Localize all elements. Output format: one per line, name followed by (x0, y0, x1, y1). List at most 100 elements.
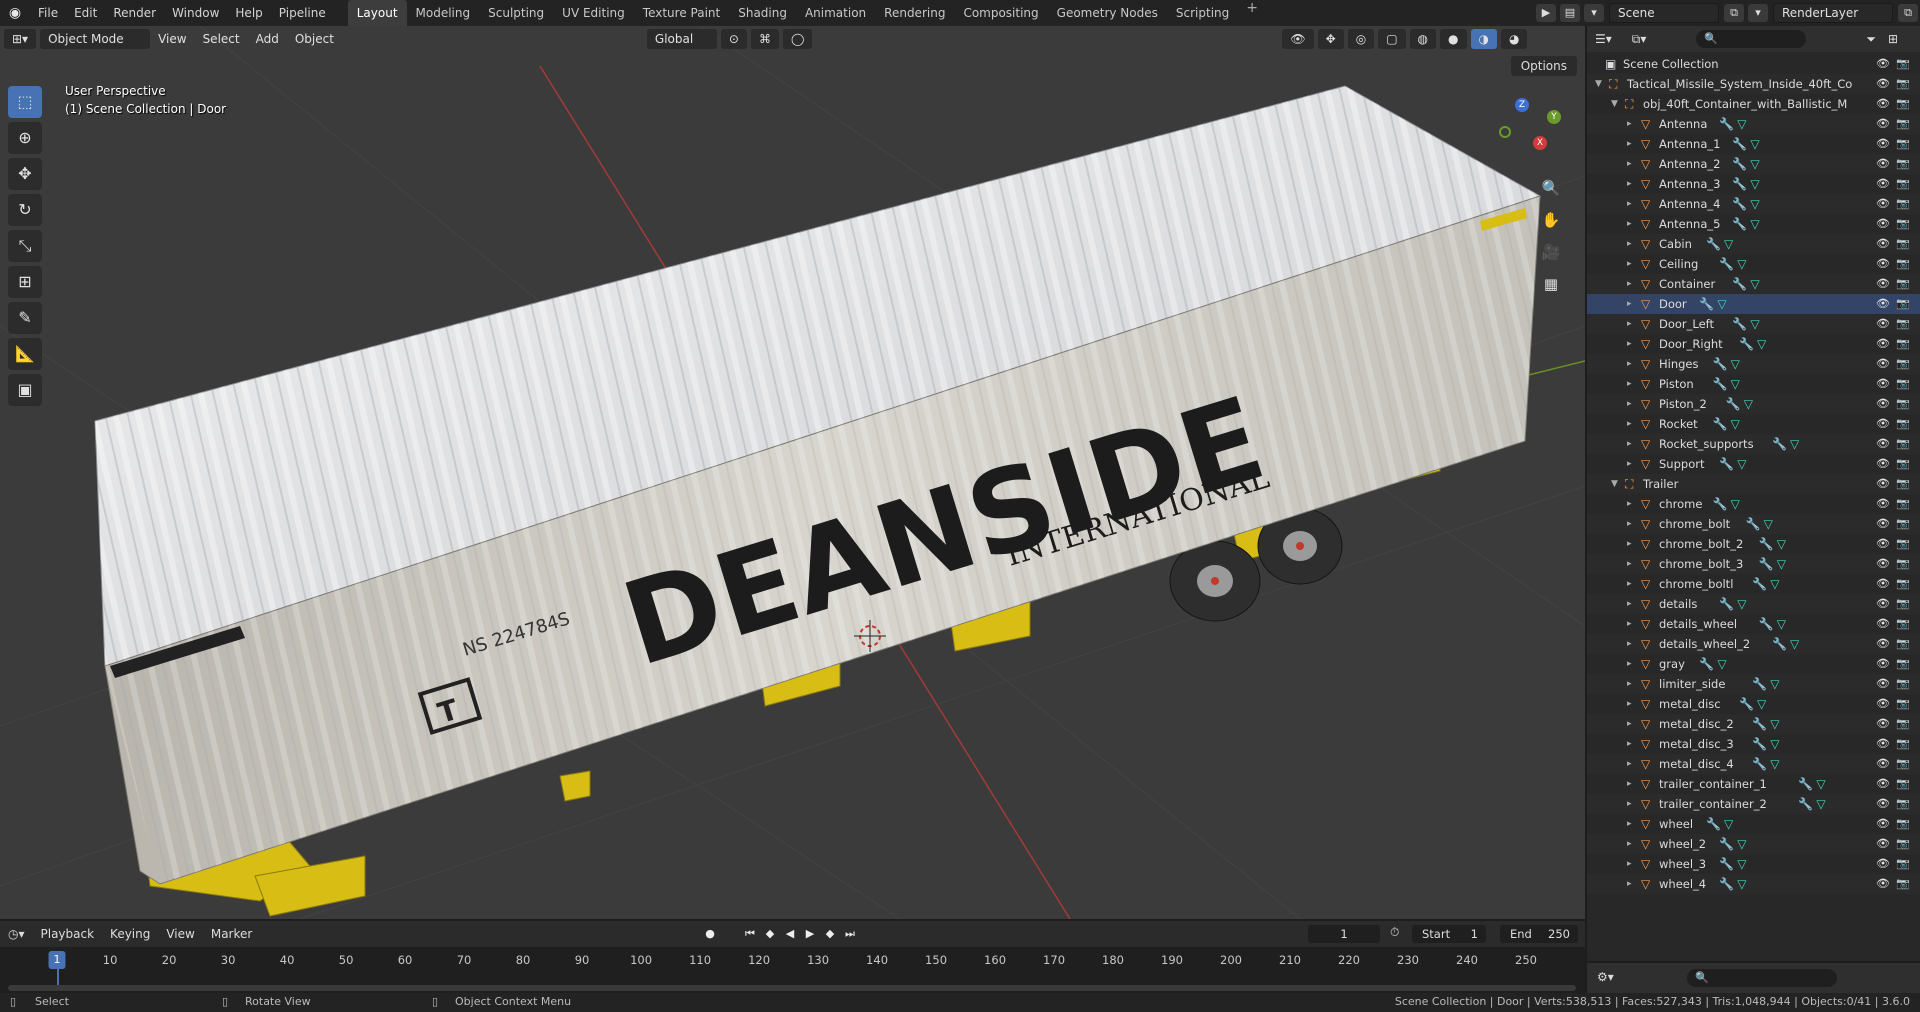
expand-right-icon[interactable]: ▸ (1627, 234, 1637, 254)
tab-animation[interactable]: Animation (796, 0, 875, 26)
tab-geometry-nodes[interactable]: Geometry Nodes (1048, 0, 1167, 26)
mesh-data-icon[interactable]: ▽ (1777, 554, 1786, 574)
measure-tool-icon[interactable]: 📐 (8, 338, 42, 370)
render-camera-icon[interactable]: 📷 (1896, 274, 1910, 294)
properties-search-input[interactable]: 🔍 (1687, 969, 1837, 987)
render-camera-icon[interactable]: 📷 (1896, 494, 1910, 514)
gizmo-z-icon[interactable]: Z (1515, 98, 1529, 112)
mesh-data-icon[interactable]: ▽ (1777, 614, 1786, 634)
scale-tool-icon[interactable]: ⤡ (8, 230, 42, 262)
expand-right-icon[interactable]: ▸ (1627, 154, 1637, 174)
menu-help[interactable]: Help (227, 0, 270, 26)
render-camera-icon[interactable]: 📷 (1896, 214, 1910, 234)
expand-right-icon[interactable]: ▸ (1627, 874, 1637, 894)
expand-right-icon[interactable]: ▸ (1627, 314, 1637, 334)
proportional-edit-icon[interactable]: ◯ (782, 29, 813, 49)
display-mode-icon[interactable]: ⧉▾ (1632, 32, 1647, 47)
mesh-data-icon[interactable]: ▽ (1750, 154, 1759, 174)
visibility-eye-icon[interactable]: 👁 (1876, 454, 1890, 474)
modifier-wrench-icon[interactable]: 🔧 (1752, 574, 1767, 594)
tab-shading[interactable]: Shading (729, 0, 796, 26)
outliner-editor-icon[interactable]: ☰▾ (1595, 32, 1612, 46)
timeline-menu-marker[interactable]: Marker (203, 927, 260, 941)
expand-down-icon[interactable]: ▼ (1595, 74, 1605, 94)
shading-wireframe-icon[interactable]: ◍ (1409, 29, 1437, 49)
expand-right-icon[interactable]: ▸ (1627, 194, 1637, 214)
render-camera-icon[interactable]: 📷 (1896, 354, 1910, 374)
outliner-item[interactable]: ▸ ▽ Antenna_4 🔧 ▽ 👁 📷 (1587, 194, 1920, 214)
outliner-item[interactable]: ▸ ▽ trailer_container_1 🔧 ▽ 👁 📷 (1587, 774, 1920, 794)
expand-right-icon[interactable]: ▸ (1627, 214, 1637, 234)
expand-right-icon[interactable]: ▸ (1627, 574, 1637, 594)
render-camera-icon[interactable]: 📷 (1896, 334, 1910, 354)
render-camera-icon[interactable]: 📷 (1896, 874, 1910, 894)
render-camera-icon[interactable]: 📷 (1896, 154, 1910, 174)
expand-right-icon[interactable]: ▸ (1627, 434, 1637, 454)
outliner-item[interactable]: ▸ ▽ chrome_boltl 🔧 ▽ 👁 📷 (1587, 574, 1920, 594)
pan-hand-icon[interactable]: ✋ (1537, 206, 1565, 234)
modifier-wrench-icon[interactable]: 🔧 (1739, 694, 1754, 714)
mesh-data-icon[interactable]: ▽ (1770, 754, 1779, 774)
modifier-wrench-icon[interactable]: 🔧 (1759, 554, 1774, 574)
modifier-wrench-icon[interactable]: 🔧 (1732, 154, 1747, 174)
new-layer-icon[interactable]: ⧉ (1898, 4, 1918, 22)
tab-sculpting[interactable]: Sculpting (479, 0, 553, 26)
outliner-item[interactable]: ▸ ▽ metal_disc_4 🔧 ▽ 👁 📷 (1587, 754, 1920, 774)
expand-right-icon[interactable]: ▸ (1627, 354, 1637, 374)
expand-right-icon[interactable]: ▸ (1627, 634, 1637, 654)
modifier-wrench-icon[interactable]: 🔧 (1732, 274, 1747, 294)
outliner-item[interactable]: ▸ ▽ Door 🔧 ▽ 👁 📷 (1587, 294, 1920, 314)
render-camera-icon[interactable]: 📷 (1896, 634, 1910, 654)
ortho-grid-icon[interactable]: ▦ (1537, 270, 1565, 298)
expand-right-icon[interactable]: ▸ (1627, 814, 1637, 834)
modifier-wrench-icon[interactable]: 🔧 (1706, 234, 1721, 254)
modifier-wrench-icon[interactable]: 🔧 (1719, 854, 1734, 874)
visibility-eye-icon[interactable]: 👁 (1876, 534, 1890, 554)
expand-right-icon[interactable]: ▸ (1627, 494, 1637, 514)
visibility-eye-icon[interactable]: 👁 (1876, 54, 1890, 74)
navigation-gizmo[interactable]: Z Y X (1495, 96, 1565, 166)
xray-icon[interactable]: ▢ (1378, 29, 1406, 49)
visibility-eye-icon[interactable]: 👁 (1876, 134, 1890, 154)
overlay-toggle-icon[interactable]: ◎ (1347, 29, 1375, 49)
gizmo-neg-y-icon[interactable] (1499, 126, 1511, 138)
mesh-data-icon[interactable]: ▽ (1750, 174, 1759, 194)
view-layer-browse-icon[interactable]: ▾ (1748, 4, 1768, 22)
visibility-eye-icon[interactable]: 👁 (1876, 414, 1890, 434)
expand-right-icon[interactable]: ▸ (1627, 394, 1637, 414)
visibility-eye-icon[interactable]: 👁 (1876, 194, 1890, 214)
render-camera-icon[interactable]: 📷 (1896, 454, 1910, 474)
modifier-wrench-icon[interactable]: 🔧 (1699, 654, 1714, 674)
render-camera-icon[interactable]: 📷 (1896, 534, 1910, 554)
scene-field[interactable]: Scene (1609, 3, 1719, 23)
expand-right-icon[interactable]: ▸ (1627, 794, 1637, 814)
render-camera-icon[interactable]: 📷 (1896, 654, 1910, 674)
playhead-frame[interactable]: 1 (48, 951, 66, 969)
render-camera-icon[interactable]: 📷 (1896, 694, 1910, 714)
start-frame-field[interactable]: Start 1 (1412, 925, 1486, 943)
gizmo-toggle-icon[interactable]: ✥ (1317, 29, 1344, 49)
filter-icon[interactable]: ⏷ (1866, 32, 1876, 47)
outliner-item[interactable]: ▸ ▽ Antenna_1 🔧 ▽ 👁 📷 (1587, 134, 1920, 154)
visibility-eye-icon[interactable]: 👁 (1876, 574, 1890, 594)
mesh-data-icon[interactable]: ▽ (1816, 794, 1825, 814)
snap-icon[interactable]: ⌘ (750, 29, 779, 49)
modifier-wrench-icon[interactable]: 🔧 (1719, 114, 1734, 134)
visibility-eye-icon[interactable]: 👁 (1876, 754, 1890, 774)
blender-logo-icon[interactable]: ◉ (0, 5, 30, 21)
shading-rendered-icon[interactable]: ◕ (1501, 29, 1528, 49)
outliner-group-trailer[interactable]: ▼ ⛶ Trailer 👁 📷 (1587, 474, 1920, 494)
visibility-eye-icon[interactable]: 👁 (1876, 394, 1890, 414)
visibility-eye-icon[interactable]: 👁 (1876, 734, 1890, 754)
3d-viewport[interactable]: DEANSIDE INTERNATIONAL NS 224784S T ⊞▾ O… (0, 26, 1585, 919)
mesh-data-icon[interactable]: ▽ (1737, 594, 1746, 614)
render-camera-icon[interactable]: 📷 (1896, 434, 1910, 454)
visibility-eye-icon[interactable]: 👁 (1876, 614, 1890, 634)
shading-solid-icon[interactable]: ● (1440, 29, 1467, 49)
modifier-wrench-icon[interactable]: 🔧 (1719, 254, 1734, 274)
mesh-data-icon[interactable]: ▽ (1737, 834, 1746, 854)
shading-material-icon[interactable]: ◑ (1470, 29, 1497, 49)
render-camera-icon[interactable]: 📷 (1896, 754, 1910, 774)
preview-range-icon[interactable]: ⏱ (1390, 925, 1399, 940)
tab-uv-editing[interactable]: UV Editing (553, 0, 634, 26)
